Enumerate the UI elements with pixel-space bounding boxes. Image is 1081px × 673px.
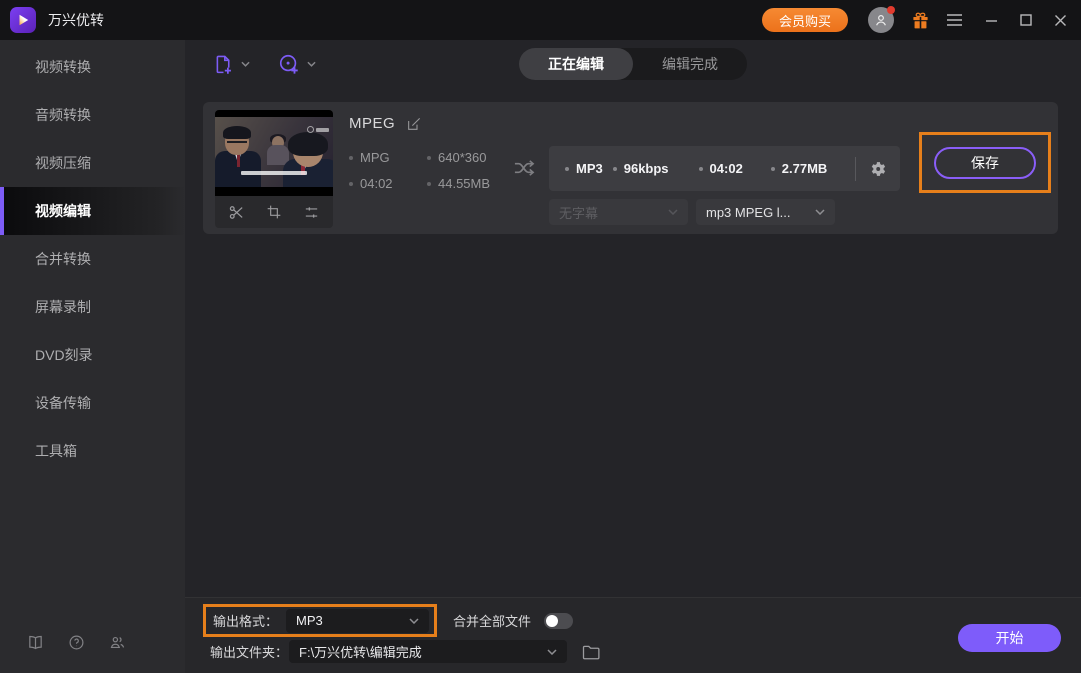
app-title: 万兴优转 xyxy=(48,12,104,28)
chevron-down-icon xyxy=(241,61,250,67)
source-duration: 04:02 xyxy=(349,176,427,191)
chevron-down-icon xyxy=(815,209,825,215)
app-logo-icon xyxy=(10,7,36,33)
sidebar-item-device-transfer[interactable]: 设备传输 xyxy=(0,379,185,427)
app-window: 万兴优转 会员购买 视频转换 音频转换 视频压缩 视频编辑 合并转换 屏幕录制 … xyxy=(0,0,1081,673)
output-duration: 04:02 xyxy=(698,161,743,176)
help-icon[interactable] xyxy=(68,634,85,651)
output-folder-dropdown[interactable]: F:\万兴优转\编辑完成 xyxy=(289,640,568,663)
add-dvd-icon xyxy=(279,54,298,74)
output-format-value: MP3 xyxy=(296,613,323,628)
output-bitrate: 96kbps xyxy=(612,161,669,176)
output-folder-value: F:\万兴优转\编辑完成 xyxy=(299,645,422,660)
output-folder-label: 输出文件夹： xyxy=(210,645,289,660)
watermark-logo xyxy=(307,126,329,133)
start-button[interactable]: 开始 xyxy=(958,624,1061,652)
output-format-label: 输出格式： xyxy=(213,614,279,629)
chevron-down-icon xyxy=(307,61,316,67)
account-avatar[interactable] xyxy=(868,6,895,33)
minimize-icon[interactable] xyxy=(985,14,998,27)
source-resolution: 640*360 xyxy=(427,150,490,165)
membership-buy-button[interactable]: 会员购买 xyxy=(761,8,848,32)
effects-adjust-icon[interactable] xyxy=(303,204,320,221)
toggle-knob xyxy=(546,614,559,627)
tab-edit-finished[interactable]: 编辑完成 xyxy=(633,48,747,80)
source-size: 44.55MB xyxy=(427,176,490,191)
audio-format-dropdown-value: mp3 MPEG l... xyxy=(706,204,791,220)
output-format-highlight-annotation: 输出格式： MP3 xyxy=(203,604,437,637)
output-info-box: MP3 96kbps 04:02 2.77MB xyxy=(549,146,900,191)
subtitle-dropdown[interactable]: 无字幕 xyxy=(549,199,688,225)
subtitle-dropdown-value: 无字幕 xyxy=(559,205,599,221)
open-folder-icon[interactable] xyxy=(582,644,600,660)
editing-tabs: 正在编辑 编辑完成 xyxy=(519,48,747,80)
convert-shuffle-icon xyxy=(513,158,536,183)
sidebar-nav: 视频转换 音频转换 视频压缩 视频编辑 合并转换 屏幕录制 DVD刻录 设备传输… xyxy=(0,40,185,475)
add-file-icon xyxy=(216,55,231,74)
add-dvd-button[interactable] xyxy=(278,53,316,75)
sidebar-item-video-convert[interactable]: 视频转换 xyxy=(0,43,185,91)
sidebar-item-audio-convert[interactable]: 音频转换 xyxy=(0,91,185,139)
sidebar-footer xyxy=(27,634,126,651)
hamburger-menu-icon[interactable] xyxy=(946,13,963,27)
sidebar-item-screen-record[interactable]: 屏幕录制 xyxy=(0,283,185,331)
merge-all-row: 合并全部文件 xyxy=(453,604,574,637)
file-title-row: MPEG xyxy=(349,115,422,132)
video-thumbnail xyxy=(215,110,333,196)
sidebar-item-video-edit[interactable]: 视频编辑 xyxy=(0,187,185,235)
chevron-down-icon xyxy=(668,209,678,215)
merge-all-label: 合并全部文件 xyxy=(453,614,532,629)
sidebar: 视频转换 音频转换 视频压缩 视频编辑 合并转换 屏幕录制 DVD刻录 设备传输… xyxy=(0,40,185,673)
edit-tools-row xyxy=(215,196,333,228)
save-highlight-annotation: 保存 xyxy=(919,132,1051,193)
sidebar-item-dvd-burn[interactable]: DVD刻录 xyxy=(0,331,185,379)
video-thumbnail-block xyxy=(215,110,333,228)
guide-book-icon[interactable] xyxy=(27,634,44,651)
sidebar-item-merge-convert[interactable]: 合并转换 xyxy=(0,235,185,283)
sidebar-item-toolbox[interactable]: 工具箱 xyxy=(0,427,185,475)
source-format: MPG xyxy=(349,150,427,165)
gift-icon[interactable] xyxy=(911,11,930,30)
thumbnail-subtitle xyxy=(241,171,307,175)
add-buttons-group xyxy=(213,40,316,88)
thumbnail-scene xyxy=(215,117,333,187)
audio-format-dropdown[interactable]: mp3 MPEG l... xyxy=(696,199,835,225)
user-icon xyxy=(876,15,886,26)
output-size: 2.77MB xyxy=(770,161,827,176)
trim-scissors-icon[interactable] xyxy=(228,204,245,221)
merge-all-toggle[interactable] xyxy=(544,612,574,629)
add-file-button[interactable] xyxy=(213,54,250,75)
file-card: MPEG MPG 640*360 04:02 44.55MB MP3 96kbp… xyxy=(203,102,1058,234)
rename-edit-icon[interactable] xyxy=(406,116,422,132)
chevron-down-icon xyxy=(409,617,419,624)
output-format-dropdown[interactable]: MP3 xyxy=(286,608,429,633)
chevron-down-icon xyxy=(547,648,557,655)
output-format: MP3 xyxy=(565,161,603,176)
source-info: MPG 640*360 04:02 44.55MB xyxy=(349,150,490,191)
community-icon[interactable] xyxy=(109,634,126,651)
sidebar-item-video-compress[interactable]: 视频压缩 xyxy=(0,139,185,187)
crop-icon[interactable] xyxy=(266,204,282,220)
main-panel: 正在编辑 编辑完成 MPEG MPG 640*360 04:02 44.55MB… xyxy=(185,40,1081,673)
maximize-icon[interactable] xyxy=(1020,14,1032,26)
titlebar: 万兴优转 会员购买 xyxy=(0,0,1081,40)
close-icon[interactable] xyxy=(1054,14,1067,27)
save-button[interactable]: 保存 xyxy=(934,146,1036,179)
notification-dot xyxy=(887,6,895,14)
main-toolbar: 正在编辑 编辑完成 xyxy=(185,40,1081,88)
tab-editing[interactable]: 正在编辑 xyxy=(519,48,633,80)
footer-bar: 输出格式： MP3 合并全部文件 输出文件夹： F:\万兴优转\编辑完成 开始 xyxy=(185,597,1081,673)
divider xyxy=(855,156,856,181)
file-format-title: MPEG xyxy=(349,115,396,132)
settings-gear-icon[interactable] xyxy=(869,160,887,178)
output-folder-row: 输出文件夹： F:\万兴优转\编辑完成 xyxy=(210,640,600,663)
